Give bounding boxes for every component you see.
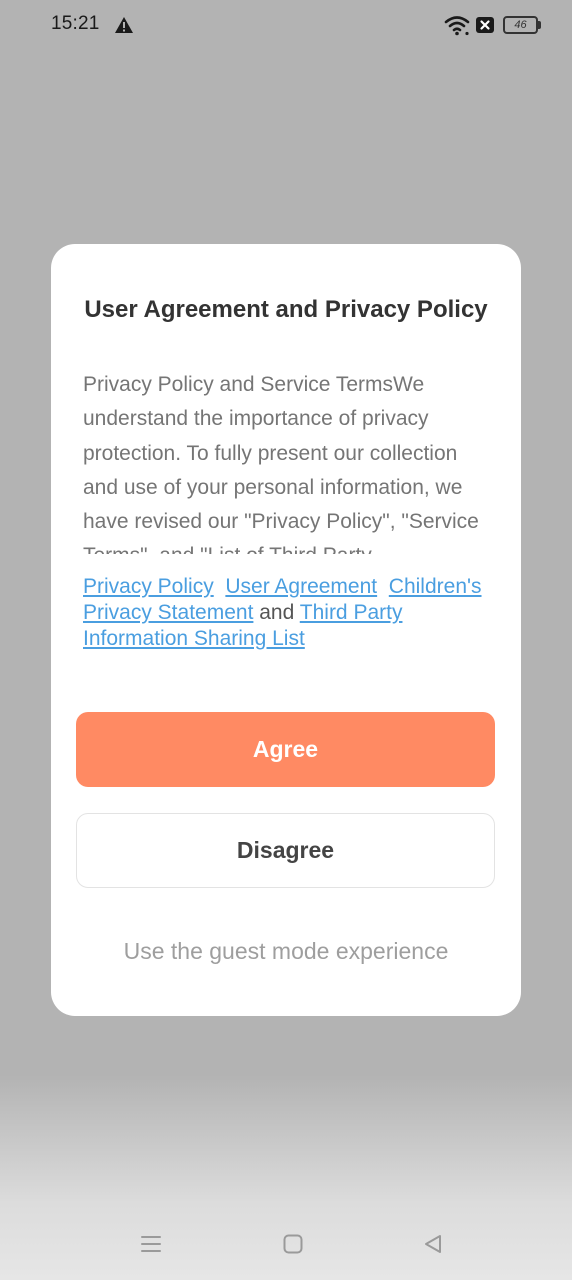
no-sim-icon	[476, 17, 494, 33]
menu-icon[interactable]	[141, 1234, 161, 1254]
status-bar: 15:21 46	[0, 0, 572, 52]
privacy-dialog: User Agreement and Privacy Policy Privac…	[51, 244, 521, 1016]
navigation-bar	[0, 1220, 572, 1270]
battery-level: 46	[503, 16, 538, 34]
back-icon[interactable]	[422, 1233, 444, 1255]
warning-icon	[115, 17, 133, 33]
guest-mode-link[interactable]: Use the guest mode experience	[51, 938, 521, 965]
battery-icon: 46	[503, 16, 541, 34]
body-text-scroll[interactable]: Privacy Policy and Service TermsWe under…	[83, 368, 493, 554]
battery-tip	[538, 21, 541, 29]
links-conjunction: and	[259, 601, 295, 624]
disagree-button[interactable]: Disagree	[76, 813, 495, 888]
agree-button[interactable]: Agree	[76, 712, 495, 787]
home-icon[interactable]	[283, 1234, 303, 1254]
status-time: 15:21	[51, 13, 100, 34]
dialog-title: User Agreement and Privacy Policy	[84, 296, 488, 323]
privacy-policy-link[interactable]: Privacy Policy	[83, 575, 214, 598]
wifi-icon	[444, 16, 470, 36]
policy-links: Privacy Policy User Agreement Children's…	[83, 574, 495, 652]
body-text: Privacy Policy and Service TermsWe under…	[83, 373, 479, 554]
user-agreement-link[interactable]: User Agreement	[225, 575, 377, 598]
